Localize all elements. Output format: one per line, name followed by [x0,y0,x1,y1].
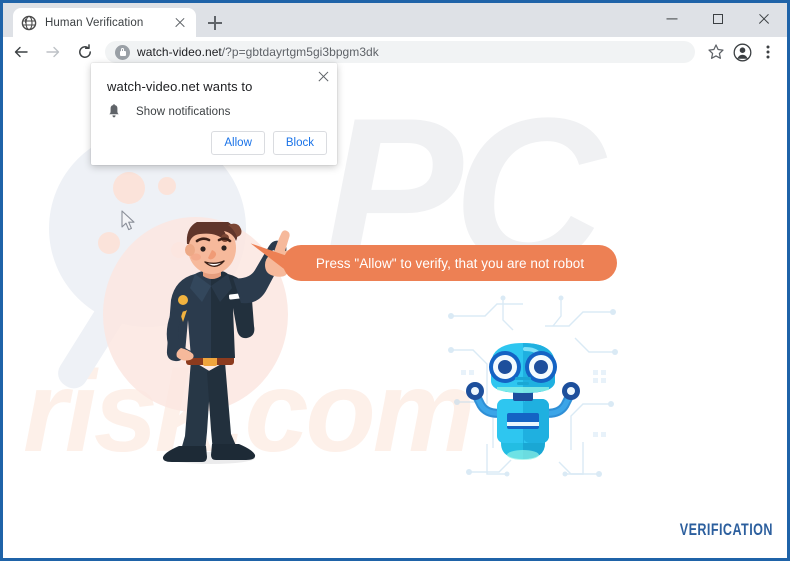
blue-robot-illustration [466,343,580,460]
tab-title: Human Verification [45,16,144,29]
blob-decoration [158,177,176,195]
notification-popup-title: watch-video.net wants to [107,79,253,94]
address-bar-url: watch-video.net/?p=gbtdayrtgm5gi3bpgm3dk [137,45,379,59]
notification-permission-row: Show notifications [107,104,231,119]
globe-icon [21,15,37,30]
allow-button[interactable]: Allow [211,131,265,155]
profile-avatar-icon[interactable] [729,39,755,65]
address-bar-host: watch-video.net [137,45,222,59]
window-controls [649,3,787,34]
close-icon[interactable] [741,3,787,34]
notification-permission-label: Show notifications [136,105,231,118]
lock-icon[interactable] [115,44,130,60]
bell-icon [109,104,119,118]
reload-icon[interactable] [71,38,99,66]
speech-bubble: Press "Allow" to verify, that you are no… [283,245,617,281]
forward-arrow-icon [39,38,67,66]
back-arrow-icon[interactable] [7,38,35,66]
verification-wordmark: VERIFICATION [679,520,773,539]
notification-actions: Allow Block [211,131,327,155]
address-bar-path: /?p=gbtdayrtgm5gi3bpgm3dk [221,45,379,59]
notification-permission-popup: watch-video.net wants to Show notificati… [91,63,337,165]
mouse-cursor-icon [121,210,135,231]
browser-tab[interactable]: Human Verification [13,8,196,37]
close-icon[interactable] [315,69,331,85]
browser-chrome: Human Verification watch-video.net/?p=gb… [3,3,787,67]
toolbar-actions [703,39,787,65]
block-button[interactable]: Block [272,131,327,155]
address-bar[interactable]: watch-video.net/?p=gbtdayrtgm5gi3bpgm3dk [105,41,695,63]
minimize-icon[interactable] [649,3,695,34]
browser-window: PC risk.com Press "Allow" to verify, tha… [0,0,790,561]
close-tab-icon[interactable] [172,15,188,31]
blob-decoration [98,232,120,254]
three-dot-menu-icon[interactable] [755,39,781,65]
speech-bubble-text: Press "Allow" to verify, that you are no… [315,255,585,271]
new-tab-icon[interactable] [204,12,226,34]
blob-decoration [113,172,145,204]
star-icon[interactable] [703,39,729,65]
maximize-icon[interactable] [695,3,741,34]
